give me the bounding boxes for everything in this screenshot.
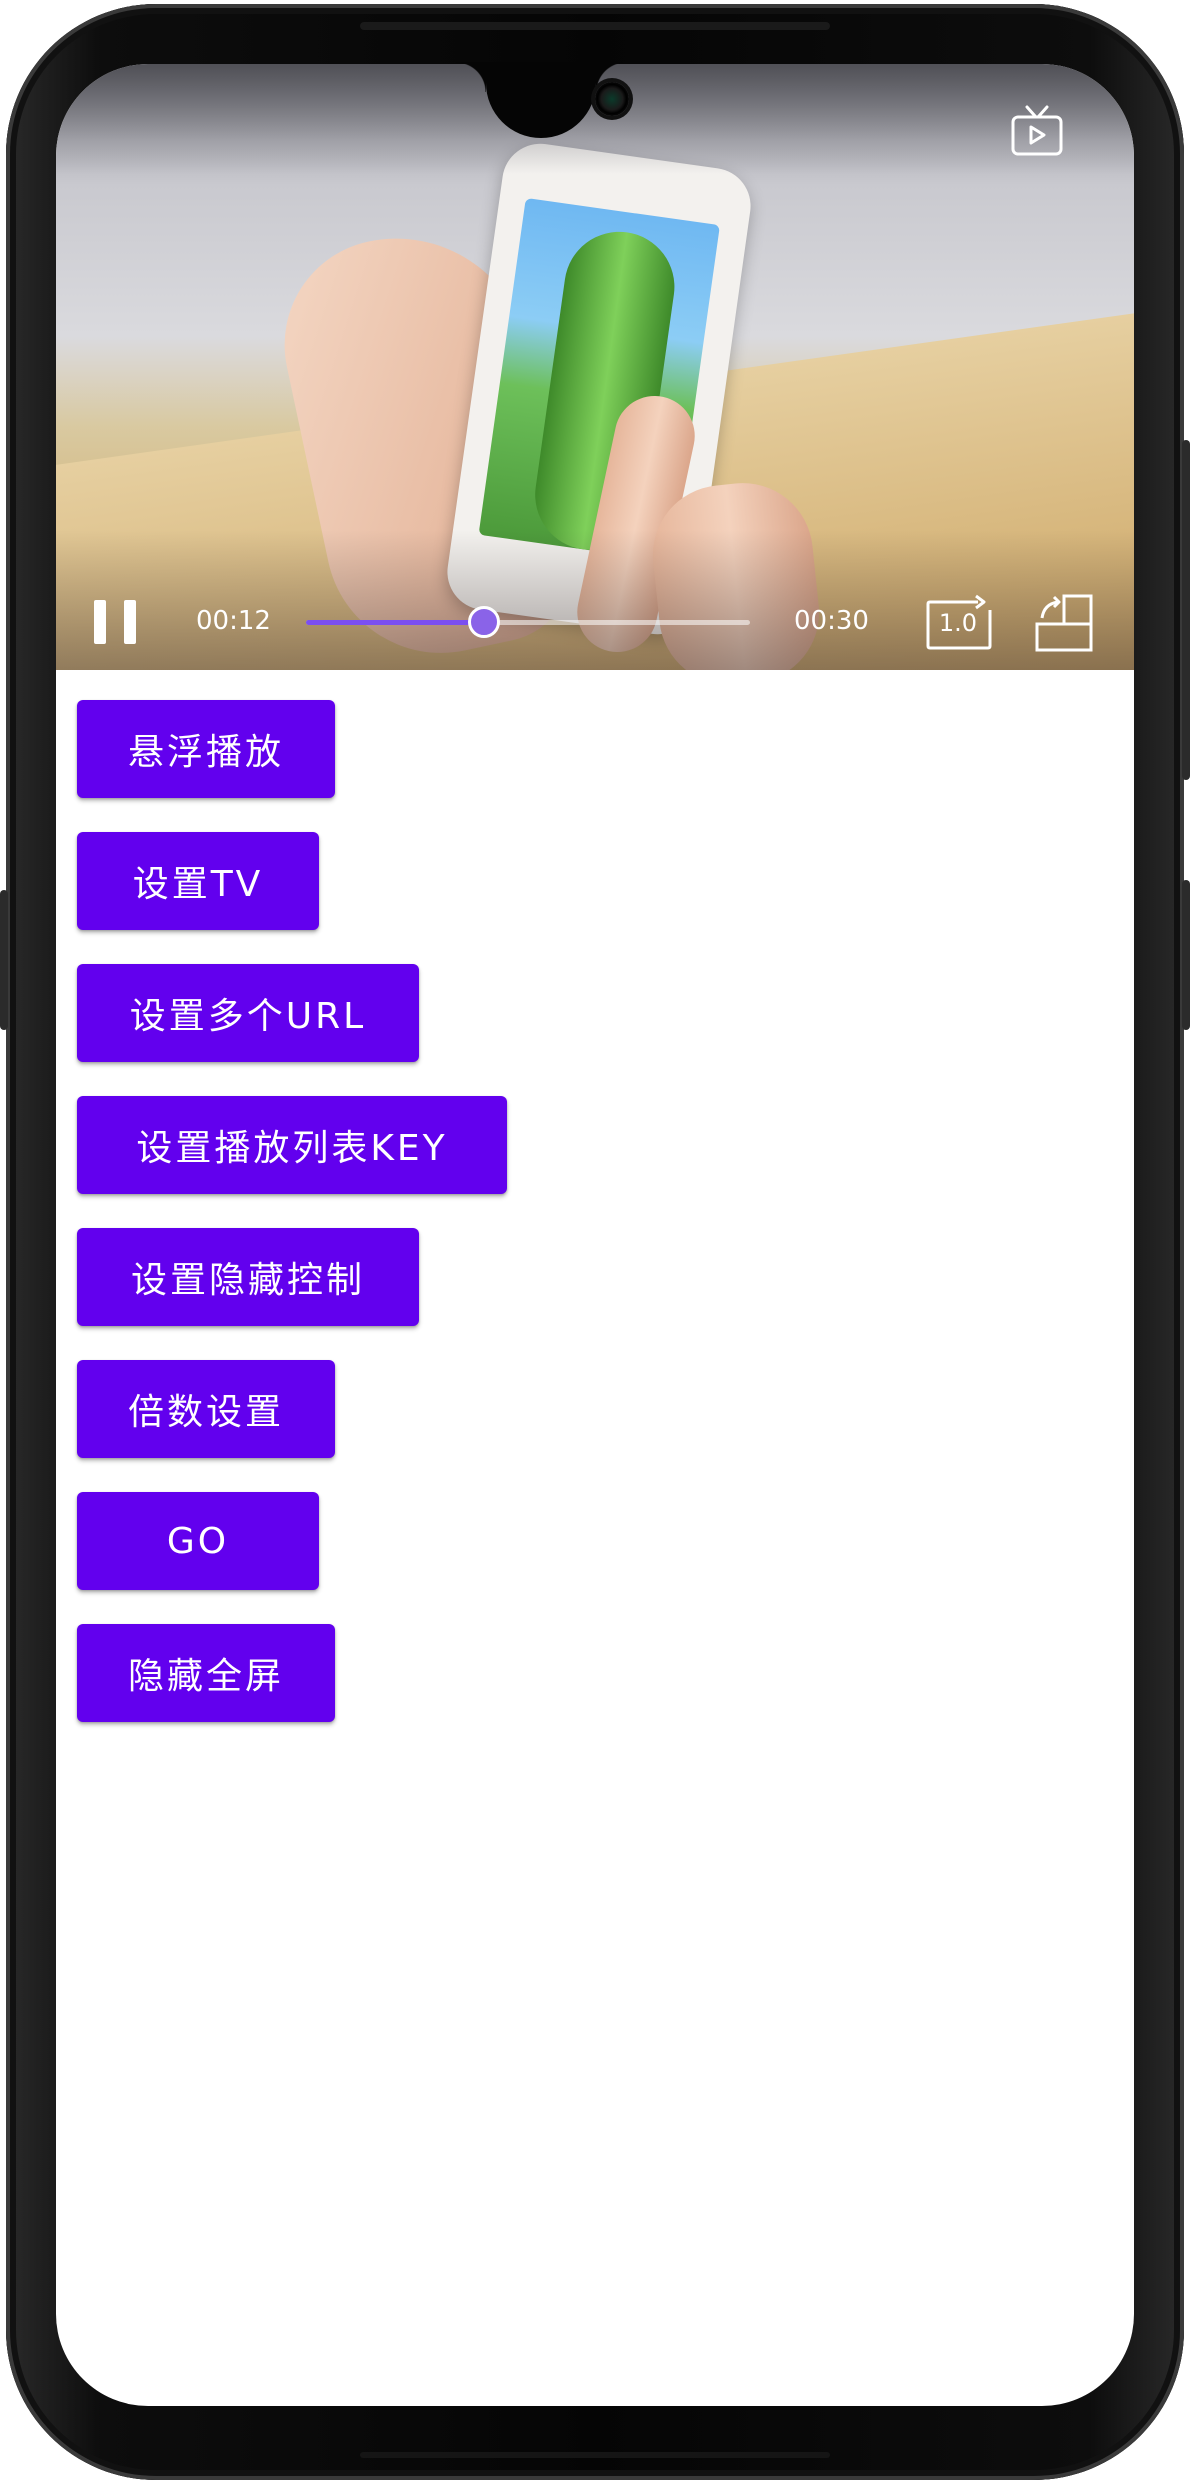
progress-bar[interactable] [306, 606, 750, 638]
tv-cast-icon[interactable] [1010, 104, 1064, 158]
set-playlist-key-button[interactable]: 设置播放列表KEY [77, 1096, 507, 1194]
elapsed-time: 00:12 [196, 606, 271, 636]
progress-fill [306, 620, 484, 625]
hide-fullscreen-button[interactable]: 隐藏全屏 [77, 1624, 335, 1722]
volume-button [1182, 440, 1190, 780]
power-button [1182, 880, 1190, 1030]
set-tv-button[interactable]: 设置TV [77, 832, 319, 930]
bottom-speaker-grill [360, 2452, 830, 2458]
app-screen: 00:12 00:30 1.0 悬浮播放 设置TV 设置多个URL 设置播放列表… [56, 64, 1134, 2406]
total-time: 00:30 [794, 606, 869, 636]
speed-settings-button[interactable]: 倍数设置 [77, 1360, 335, 1458]
screen-rotate-icon[interactable] [1034, 592, 1096, 654]
progress-thumb[interactable] [467, 606, 500, 638]
go-button[interactable]: GO [77, 1492, 319, 1590]
set-hide-controls-button[interactable]: 设置隐藏控制 [77, 1228, 419, 1326]
speed-label: 1.0 [938, 609, 978, 637]
screenshot-root: 00:12 00:30 1.0 悬浮播放 设置TV 设置多个URL 设置播放列表… [0, 0, 1190, 2484]
front-camera [595, 82, 629, 116]
side-key [0, 890, 8, 1030]
float-play-button[interactable]: 悬浮播放 [77, 700, 335, 798]
playback-speed-icon[interactable]: 1.0 [926, 594, 996, 650]
earpiece-speaker [360, 22, 830, 30]
player-controls: 00:12 00:30 1.0 [56, 584, 1134, 664]
video-player[interactable]: 00:12 00:30 1.0 [56, 64, 1134, 670]
set-multiple-url-button[interactable]: 设置多个URL [77, 964, 419, 1062]
pause-icon[interactable] [94, 600, 140, 644]
